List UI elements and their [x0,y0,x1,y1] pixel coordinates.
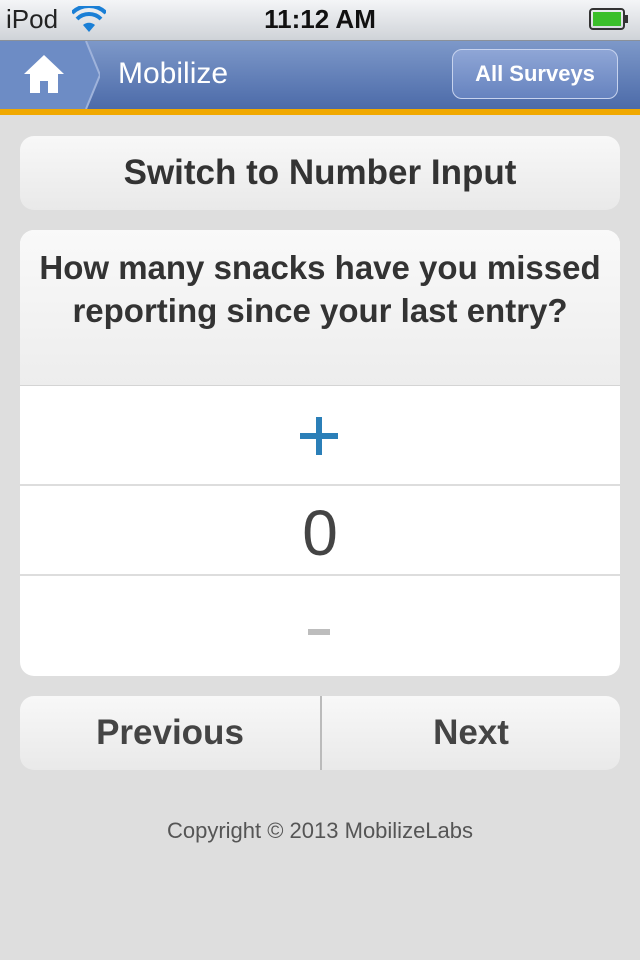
next-button[interactable]: Next [322,696,620,770]
question-header: How many snacks have you missed reportin… [20,230,620,386]
clock: 11:12 AM [264,4,376,34]
plus-icon [300,417,338,455]
count-value: 0 [20,486,620,576]
previous-button[interactable]: Previous [20,696,322,770]
survey-navigation: Previous Next [20,696,620,770]
decrement-button[interactable] [20,576,620,676]
status-bar: iPod 11:12 AM [0,0,640,41]
question-text: How many snacks have you missed reportin… [39,249,601,329]
minus-icon [308,629,330,635]
switch-to-number-input-button[interactable]: Switch to Number Input [20,136,620,210]
all-surveys-button[interactable]: All Surveys [452,49,618,99]
home-button[interactable] [0,40,102,110]
battery-icon [589,8,628,30]
app-header: Mobilize All Surveys [0,40,640,115]
app-title: Mobilize [118,57,229,90]
increment-button[interactable] [20,386,620,486]
copyright-text: Copyright © 2013 MobilizeLabs [166,818,474,843]
question-card: How many snacks have you missed reportin… [20,230,620,676]
home-icon [0,40,102,110]
